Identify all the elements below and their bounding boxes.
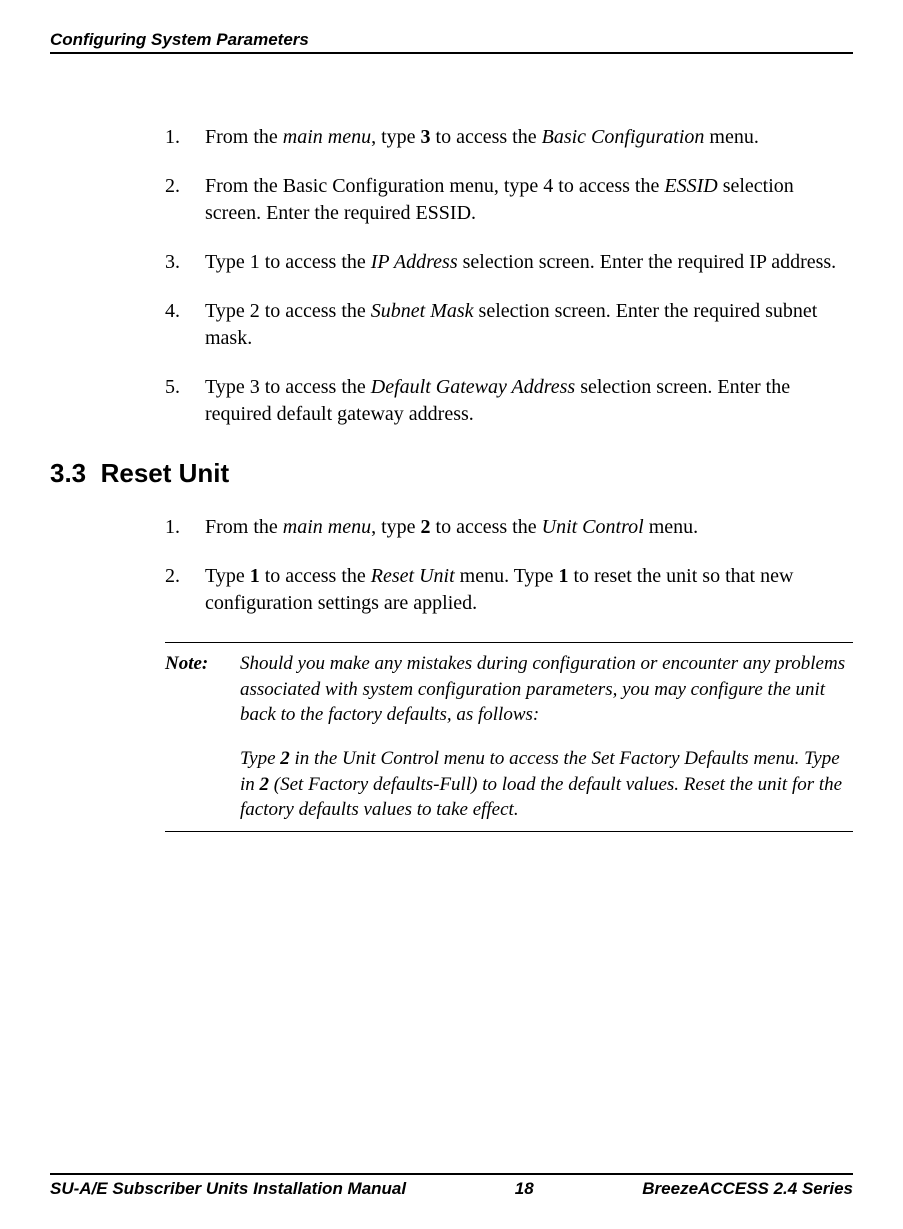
list-number: 3.: [165, 249, 205, 276]
section-number: 3.3: [50, 458, 86, 488]
text: to access the: [431, 126, 542, 148]
list-number: 5.: [165, 374, 205, 428]
list-text: Type 2 to access the Subnet Mask selecti…: [205, 298, 853, 352]
text: Type 1 to access the: [205, 251, 371, 273]
text: to access the: [431, 516, 542, 538]
list-item: 4. Type 2 to access the Subnet Mask sele…: [165, 298, 853, 352]
text: Type: [205, 565, 250, 587]
text: to access the: [260, 565, 371, 587]
list-item: 2. Type 1 to access the Reset Unit menu.…: [165, 563, 853, 617]
list-number: 1.: [165, 514, 205, 541]
note-label: Note:: [165, 651, 240, 823]
list-text: Type 1 to access the IP Address selectio…: [205, 249, 853, 276]
text: Type 2 to access the: [205, 300, 371, 322]
config-steps-list: 1. From the main menu, type 3 to access …: [165, 124, 853, 428]
reset-steps-list: 1. From the main menu, type 2 to access …: [165, 514, 853, 617]
section-title: Reset Unit: [101, 458, 230, 488]
text-bold: 3: [421, 126, 431, 148]
text-italic: main menu: [283, 126, 371, 148]
list-number: 2.: [165, 563, 205, 617]
list-number: 4.: [165, 298, 205, 352]
text-bold: 2: [260, 774, 270, 795]
list-text: Type 3 to access the Default Gateway Add…: [205, 374, 853, 428]
text: selection screen. Enter the required IP …: [458, 251, 837, 273]
footer-left: SU-A/E Subscriber Units Installation Man…: [50, 1179, 406, 1199]
text-bold: 2: [421, 516, 431, 538]
list-text: Type 1 to access the Reset Unit menu. Ty…: [205, 563, 853, 617]
list-text: From the main menu, type 3 to access the…: [205, 124, 853, 151]
text-italic: IP Address: [371, 251, 458, 273]
list-item: 5. Type 3 to access the Default Gateway …: [165, 374, 853, 428]
note-body: Should you make any mistakes during conf…: [240, 651, 853, 823]
text: menu. Type: [455, 565, 559, 587]
text-bold: 1: [250, 565, 260, 587]
list-number: 2.: [165, 173, 205, 227]
text: menu.: [704, 126, 758, 148]
text-italic: Default Gateway Address: [371, 376, 575, 398]
list-item: 3. Type 1 to access the IP Address selec…: [165, 249, 853, 276]
text-italic: main menu: [283, 516, 371, 538]
text: From the Basic Configuration menu, type …: [205, 175, 664, 197]
running-header: Configuring System Parameters: [50, 30, 853, 54]
body-content: 1. From the main menu, type 3 to access …: [165, 124, 853, 428]
list-text: From the main menu, type 2 to access the…: [205, 514, 853, 541]
list-item: 1. From the main menu, type 2 to access …: [165, 514, 853, 541]
note-block: Note: Should you make any mistakes durin…: [165, 642, 853, 832]
text-italic: ESSID: [664, 175, 717, 197]
text: From the: [205, 516, 283, 538]
text-bold: 1: [558, 565, 568, 587]
text: From the: [205, 126, 283, 148]
note-para2: Type 2 in the Unit Control menu to acces…: [240, 746, 853, 823]
text: (Set Factory defaults-Full) to load the …: [240, 774, 842, 821]
page-footer: SU-A/E Subscriber Units Installation Man…: [50, 1173, 853, 1199]
page: Configuring System Parameters 1. From th…: [0, 0, 903, 1229]
text: menu.: [644, 516, 698, 538]
list-number: 1.: [165, 124, 205, 151]
text: , type: [371, 516, 420, 538]
list-text: From the Basic Configuration menu, type …: [205, 173, 853, 227]
section-heading: 3.3 Reset Unit: [50, 458, 853, 489]
text: Type: [240, 748, 280, 769]
text-italic: Unit Control: [542, 516, 644, 538]
text-bold: 2: [280, 748, 290, 769]
list-item: 1. From the main menu, type 3 to access …: [165, 124, 853, 151]
text: , type: [371, 126, 420, 148]
list-item: 2. From the Basic Configuration menu, ty…: [165, 173, 853, 227]
body-content: 1. From the main menu, type 2 to access …: [165, 514, 853, 832]
text-italic: Subnet Mask: [371, 300, 474, 322]
note-para1: Should you make any mistakes during conf…: [240, 651, 853, 728]
text-italic: Reset Unit: [371, 565, 455, 587]
footer-page-number: 18: [515, 1179, 534, 1199]
footer-right: BreezeACCESS 2.4 Series: [642, 1179, 853, 1199]
note-row: Note: Should you make any mistakes durin…: [165, 651, 853, 823]
text: Type 3 to access the: [205, 376, 371, 398]
text-italic: Basic Configuration: [542, 126, 705, 148]
